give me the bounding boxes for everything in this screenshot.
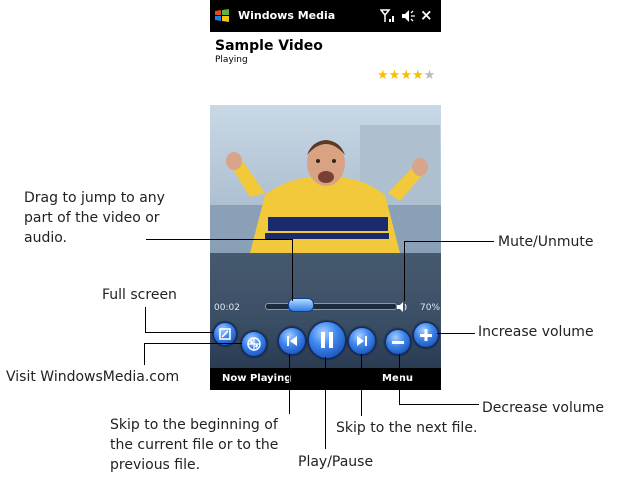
menu-softkey[interactable]: Menu bbox=[382, 373, 413, 384]
title-bar: Windows Media × bbox=[210, 0, 441, 32]
leader-line-drag-v bbox=[292, 239, 293, 301]
star-icon[interactable]: ★ bbox=[389, 68, 401, 83]
skip-back-button[interactable] bbox=[278, 327, 306, 355]
leader-line-skipnext bbox=[361, 354, 362, 416]
rating-stars[interactable]: ★★★★★ bbox=[377, 68, 435, 83]
seek-bar[interactable] bbox=[265, 303, 397, 310]
video-frame[interactable] bbox=[210, 105, 441, 253]
media-header: Sample Video Playing ★★★★★ bbox=[210, 32, 441, 102]
leader-line-voldown bbox=[399, 404, 479, 405]
leader-line-visit-v bbox=[144, 343, 145, 365]
signal-icon[interactable] bbox=[380, 9, 396, 23]
callout-decrease-volume: Decrease volume bbox=[482, 400, 604, 416]
callout-drag-line3: audio. bbox=[24, 230, 67, 246]
play-pause-button[interactable] bbox=[308, 321, 346, 359]
mute-icon[interactable] bbox=[396, 301, 408, 313]
media-title: Sample Video bbox=[215, 38, 323, 54]
leader-line-drag bbox=[146, 239, 292, 240]
plus-icon bbox=[420, 329, 432, 341]
callout-skip-begin-line1: Skip to the beginning of bbox=[110, 417, 278, 433]
leader-line-mute-v bbox=[404, 241, 405, 301]
callout-skip-next: Skip to the next file. bbox=[336, 420, 478, 436]
leader-line-visit bbox=[144, 343, 242, 344]
callout-drag-line2: part of the video or bbox=[24, 210, 160, 226]
leader-line-voldown-v bbox=[399, 354, 400, 404]
minus-icon bbox=[392, 341, 404, 344]
pause-icon bbox=[321, 332, 333, 348]
skip-forward-button[interactable] bbox=[348, 327, 376, 355]
leader-line-play bbox=[325, 357, 326, 449]
star-icon[interactable]: ★ bbox=[377, 68, 389, 83]
callout-visit: Visit WindowsMedia.com bbox=[6, 369, 180, 385]
volume-up-button[interactable] bbox=[413, 322, 439, 348]
leader-line-mute bbox=[404, 241, 494, 242]
callout-mute: Mute/Unmute bbox=[498, 234, 594, 250]
visit-windowsmedia-button[interactable] bbox=[241, 331, 267, 357]
leader-line-skipback bbox=[289, 354, 290, 414]
skip-forward-icon bbox=[357, 336, 367, 346]
callout-skip-begin: Skip to the beginning of the current fil… bbox=[110, 415, 278, 475]
leader-line-fullscreen bbox=[145, 332, 213, 333]
star-icon[interactable]: ★ bbox=[400, 68, 412, 83]
volume-icon[interactable] bbox=[400, 9, 416, 23]
callout-full-screen: Full screen bbox=[102, 287, 177, 303]
callout-skip-begin-line2: the current file or to the bbox=[110, 437, 279, 453]
close-button[interactable]: × bbox=[420, 6, 433, 24]
volume-down-button[interactable] bbox=[385, 329, 411, 355]
leader-line-fullscreen-v bbox=[145, 307, 146, 332]
callout-drag: Drag to jump to any part of the video or… bbox=[24, 188, 165, 248]
app-title: Windows Media bbox=[238, 9, 336, 22]
media-status: Playing bbox=[215, 55, 248, 65]
callout-skip-begin-line3: previous file. bbox=[110, 457, 201, 473]
fullscreen-icon bbox=[219, 328, 231, 340]
callout-drag-line1: Drag to jump to any bbox=[24, 190, 165, 206]
now-playing-softkey[interactable]: Now Playing bbox=[222, 373, 291, 384]
skip-back-icon bbox=[287, 336, 297, 346]
time-elapsed: 00:02 bbox=[214, 303, 240, 313]
star-icon[interactable]: ★ bbox=[412, 68, 424, 83]
callout-increase-volume: Increase volume bbox=[478, 324, 594, 340]
callout-play-pause: Play/Pause bbox=[298, 454, 374, 470]
volume-percent: 70% bbox=[420, 303, 441, 313]
star-icon[interactable]: ★ bbox=[424, 68, 436, 83]
leader-line-volup bbox=[437, 333, 475, 334]
device-screen: Windows Media × Sample Video Playing ★★★… bbox=[210, 0, 441, 390]
globe-icon bbox=[247, 337, 261, 351]
windows-flag-icon[interactable] bbox=[214, 8, 230, 24]
